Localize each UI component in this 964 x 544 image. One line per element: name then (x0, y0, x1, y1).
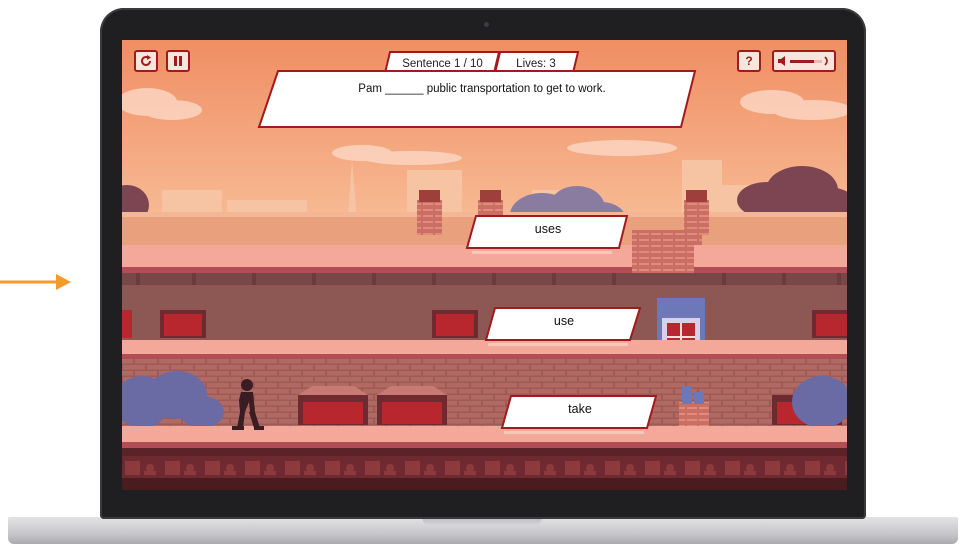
answer-option-2[interactable]: use (499, 314, 629, 328)
arrow-right-icon (0, 274, 71, 290)
camera-icon (484, 22, 489, 27)
game-screen: ? Sentence 1 / 10 Lives: 3 Pam ______ pu… (122, 40, 847, 490)
answer-frames (465, 215, 658, 434)
answer-option-3[interactable]: take (515, 402, 645, 416)
answer-option-1[interactable]: uses (483, 222, 613, 236)
